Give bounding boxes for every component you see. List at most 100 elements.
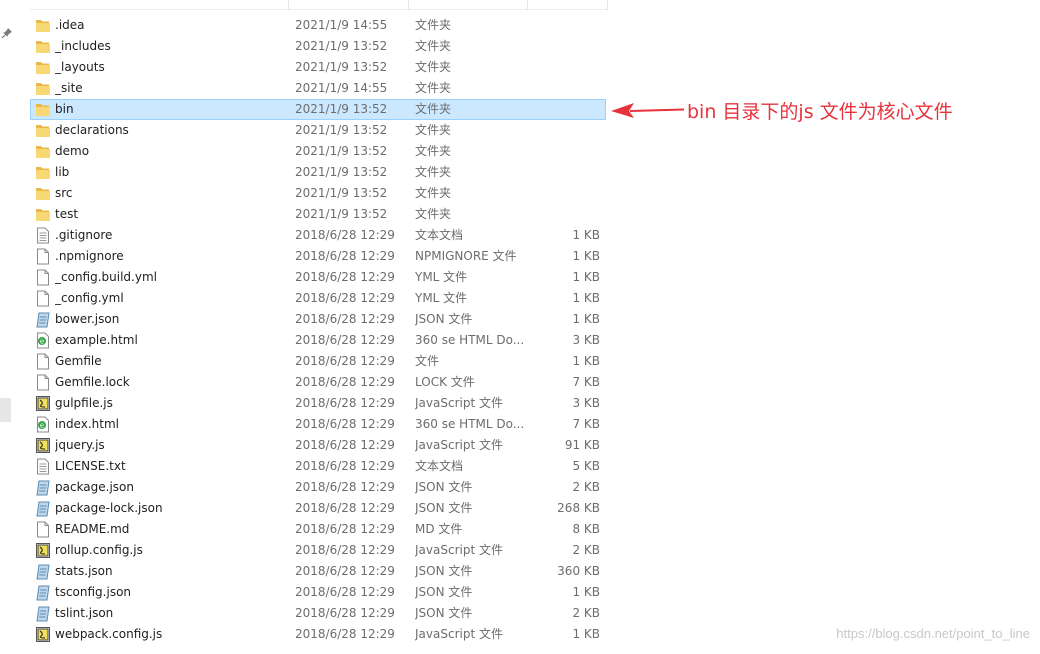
folder-icon: [35, 122, 51, 139]
file-type: 文件夹: [415, 123, 452, 137]
file-row[interactable]: lib 2021/1/9 13:52 文件夹: [30, 162, 606, 183]
file-size: 1 KB: [572, 249, 600, 263]
file-type: YML 文件: [415, 291, 468, 305]
js-file-icon: [35, 542, 51, 559]
file-type: JSON 文件: [415, 480, 473, 494]
header-divider-date[interactable]: [408, 0, 409, 9]
file-type: JavaScript 文件: [415, 396, 503, 410]
file-date-modified: 2018/6/28 12:29: [295, 501, 395, 515]
file-row[interactable]: _includes 2021/1/9 13:52 文件夹: [30, 36, 606, 57]
file-date-modified: 2018/6/28 12:29: [295, 417, 395, 431]
file-date-modified: 2018/6/28 12:29: [295, 291, 395, 305]
file-name: _config.build.yml: [55, 270, 157, 284]
file-row[interactable]: .npmignore 2018/6/28 12:29 NPMIGNORE 文件 1 K…: [30, 246, 606, 267]
pin-icon[interactable]: [1, 27, 13, 39]
file-row[interactable]: _site 2021/1/9 14:55 文件夹: [30, 78, 606, 99]
file-date-modified: 2021/1/9 13:52: [295, 102, 388, 116]
file-type: 文件夹: [415, 186, 452, 200]
file-row[interactable]: README.md 2018/6/28 12:29 MD 文件 8 KB: [30, 519, 606, 540]
file-row[interactable]: gulpfile.js 2018/6/28 12:29 JavaScript 文件 3…: [30, 393, 606, 414]
file-name: bin: [55, 102, 74, 116]
file-name: bower.json: [55, 312, 120, 326]
file-row[interactable]: tsconfig.json 2018/6/28 12:29 JSON 文件 1 KB: [30, 582, 606, 603]
header-divider-type[interactable]: [527, 0, 528, 9]
file-row[interactable]: package-lock.json 2018/6/28 12:29 JSON 文件 2…: [30, 498, 606, 519]
file-date-modified: 2018/6/28 12:29: [295, 228, 395, 242]
file-row[interactable]: e example.html 2018/6/28 12:29 360 se HTML …: [30, 330, 606, 351]
file-type: JavaScript 文件: [415, 627, 503, 641]
file-row[interactable]: _layouts 2021/1/9 13:52 文件夹: [30, 57, 606, 78]
file-row[interactable]: bin 2021/1/9 13:52 文件夹: [30, 99, 606, 120]
folder-icon: [35, 17, 51, 34]
file-name: _layouts: [55, 60, 105, 74]
file-row[interactable]: package.json 2018/6/28 12:29 JSON 文件 2 KB: [30, 477, 606, 498]
file-name: test: [55, 207, 79, 221]
file-date-modified: 2021/1/9 13:52: [295, 165, 388, 179]
json-file-icon: [35, 500, 51, 517]
html-file-icon: e: [35, 416, 51, 433]
file-date-modified: 2021/1/9 14:55: [295, 81, 388, 95]
file-row[interactable]: stats.json 2018/6/28 12:29 JSON 文件 360 KB: [30, 561, 606, 582]
file-size: 1 KB: [572, 585, 600, 599]
file-size: 8 KB: [572, 522, 600, 536]
file-size: 3 KB: [572, 333, 600, 347]
file-row[interactable]: test 2021/1/9 13:52 文件夹: [30, 204, 606, 225]
js-file-icon: [35, 395, 51, 412]
file-name: package.json: [55, 480, 135, 494]
json-file-icon: [35, 479, 51, 496]
file-name: Gemfile.lock: [55, 375, 130, 389]
navigation-scrollbar[interactable]: [0, 398, 11, 422]
file-row[interactable]: LICENSE.txt 2018/6/28 12:29 文本文档 5 KB: [30, 456, 606, 477]
file-date-modified: 2018/6/28 12:29: [295, 585, 395, 599]
file-name: _config.yml: [55, 291, 124, 305]
js-file-icon: [35, 437, 51, 454]
blank-file-icon: [35, 353, 51, 370]
file-date-modified: 2018/6/28 12:29: [295, 564, 395, 578]
file-date-modified: 2021/1/9 13:52: [295, 186, 388, 200]
folder-icon: [35, 80, 51, 97]
header-divider-size[interactable]: [607, 0, 608, 9]
file-name: lib: [55, 165, 70, 179]
json-file-icon: [35, 605, 51, 622]
file-date-modified: 2018/6/28 12:29: [295, 249, 395, 263]
file-row[interactable]: .idea 2021/1/9 14:55 文件夹: [30, 15, 606, 36]
file-row[interactable]: _config.build.yml 2018/6/28 12:29 YML 文件 1 …: [30, 267, 606, 288]
folder-icon: [35, 185, 51, 202]
file-row[interactable]: demo 2021/1/9 13:52 文件夹: [30, 141, 606, 162]
file-row[interactable]: declarations 2021/1/9 13:52 文件夹: [30, 120, 606, 141]
file-name: gulpfile.js: [55, 396, 113, 410]
folder-icon: [35, 206, 51, 223]
folder-icon: [35, 38, 51, 55]
file-size: 1 KB: [572, 228, 600, 242]
file-row[interactable]: webpack.config.js 2018/6/28 12:29 JavaScri…: [30, 624, 606, 645]
file-row[interactable]: _config.yml 2018/6/28 12:29 YML 文件 1 KB: [30, 288, 606, 309]
file-name: src: [55, 186, 73, 200]
file-row[interactable]: bower.json 2018/6/28 12:29 JSON 文件 1 KB: [30, 309, 606, 330]
file-date-modified: 2018/6/28 12:29: [295, 333, 395, 347]
file-row[interactable]: rollup.config.js 2018/6/28 12:29 JavaScrip…: [30, 540, 606, 561]
file-date-modified: 2018/6/28 12:29: [295, 270, 395, 284]
file-date-modified: 2018/6/28 12:29: [295, 627, 395, 641]
blank-file-icon: [35, 290, 51, 307]
file-row[interactable]: e index.html 2018/6/28 12:29 360 se HTML Do…: [30, 414, 606, 435]
html-file-icon: e: [35, 332, 51, 349]
file-name: _includes: [55, 39, 111, 53]
file-row[interactable]: src 2021/1/9 13:52 文件夹: [30, 183, 606, 204]
file-type: 文件夹: [415, 165, 452, 179]
file-row[interactable]: tslint.json 2018/6/28 12:29 JSON 文件 2 KB: [30, 603, 606, 624]
js-file-icon: [35, 626, 51, 643]
file-date-modified: 2021/1/9 13:52: [295, 123, 388, 137]
file-row[interactable]: .gitignore 2018/6/28 12:29 文本文档 1 KB: [30, 225, 606, 246]
navigation-pane-edge: [0, 0, 14, 654]
annotation-text: bin 目录下的js 文件为核心文件: [687, 101, 953, 123]
file-name: jquery.js: [55, 438, 105, 452]
file-type: 文件夹: [415, 39, 452, 53]
file-name: _site: [55, 81, 83, 95]
file-row[interactable]: jquery.js 2018/6/28 12:29 JavaScript 文件 91 …: [30, 435, 606, 456]
file-date-modified: 2018/6/28 12:29: [295, 375, 395, 389]
file-row[interactable]: Gemfile 2018/6/28 12:29 文件 1 KB: [30, 351, 606, 372]
file-date-modified: 2021/1/9 13:52: [295, 144, 388, 158]
file-size: 1 KB: [572, 312, 600, 326]
file-row[interactable]: Gemfile.lock 2018/6/28 12:29 LOCK 文件 7 KB: [30, 372, 606, 393]
header-divider-name[interactable]: [288, 0, 289, 9]
